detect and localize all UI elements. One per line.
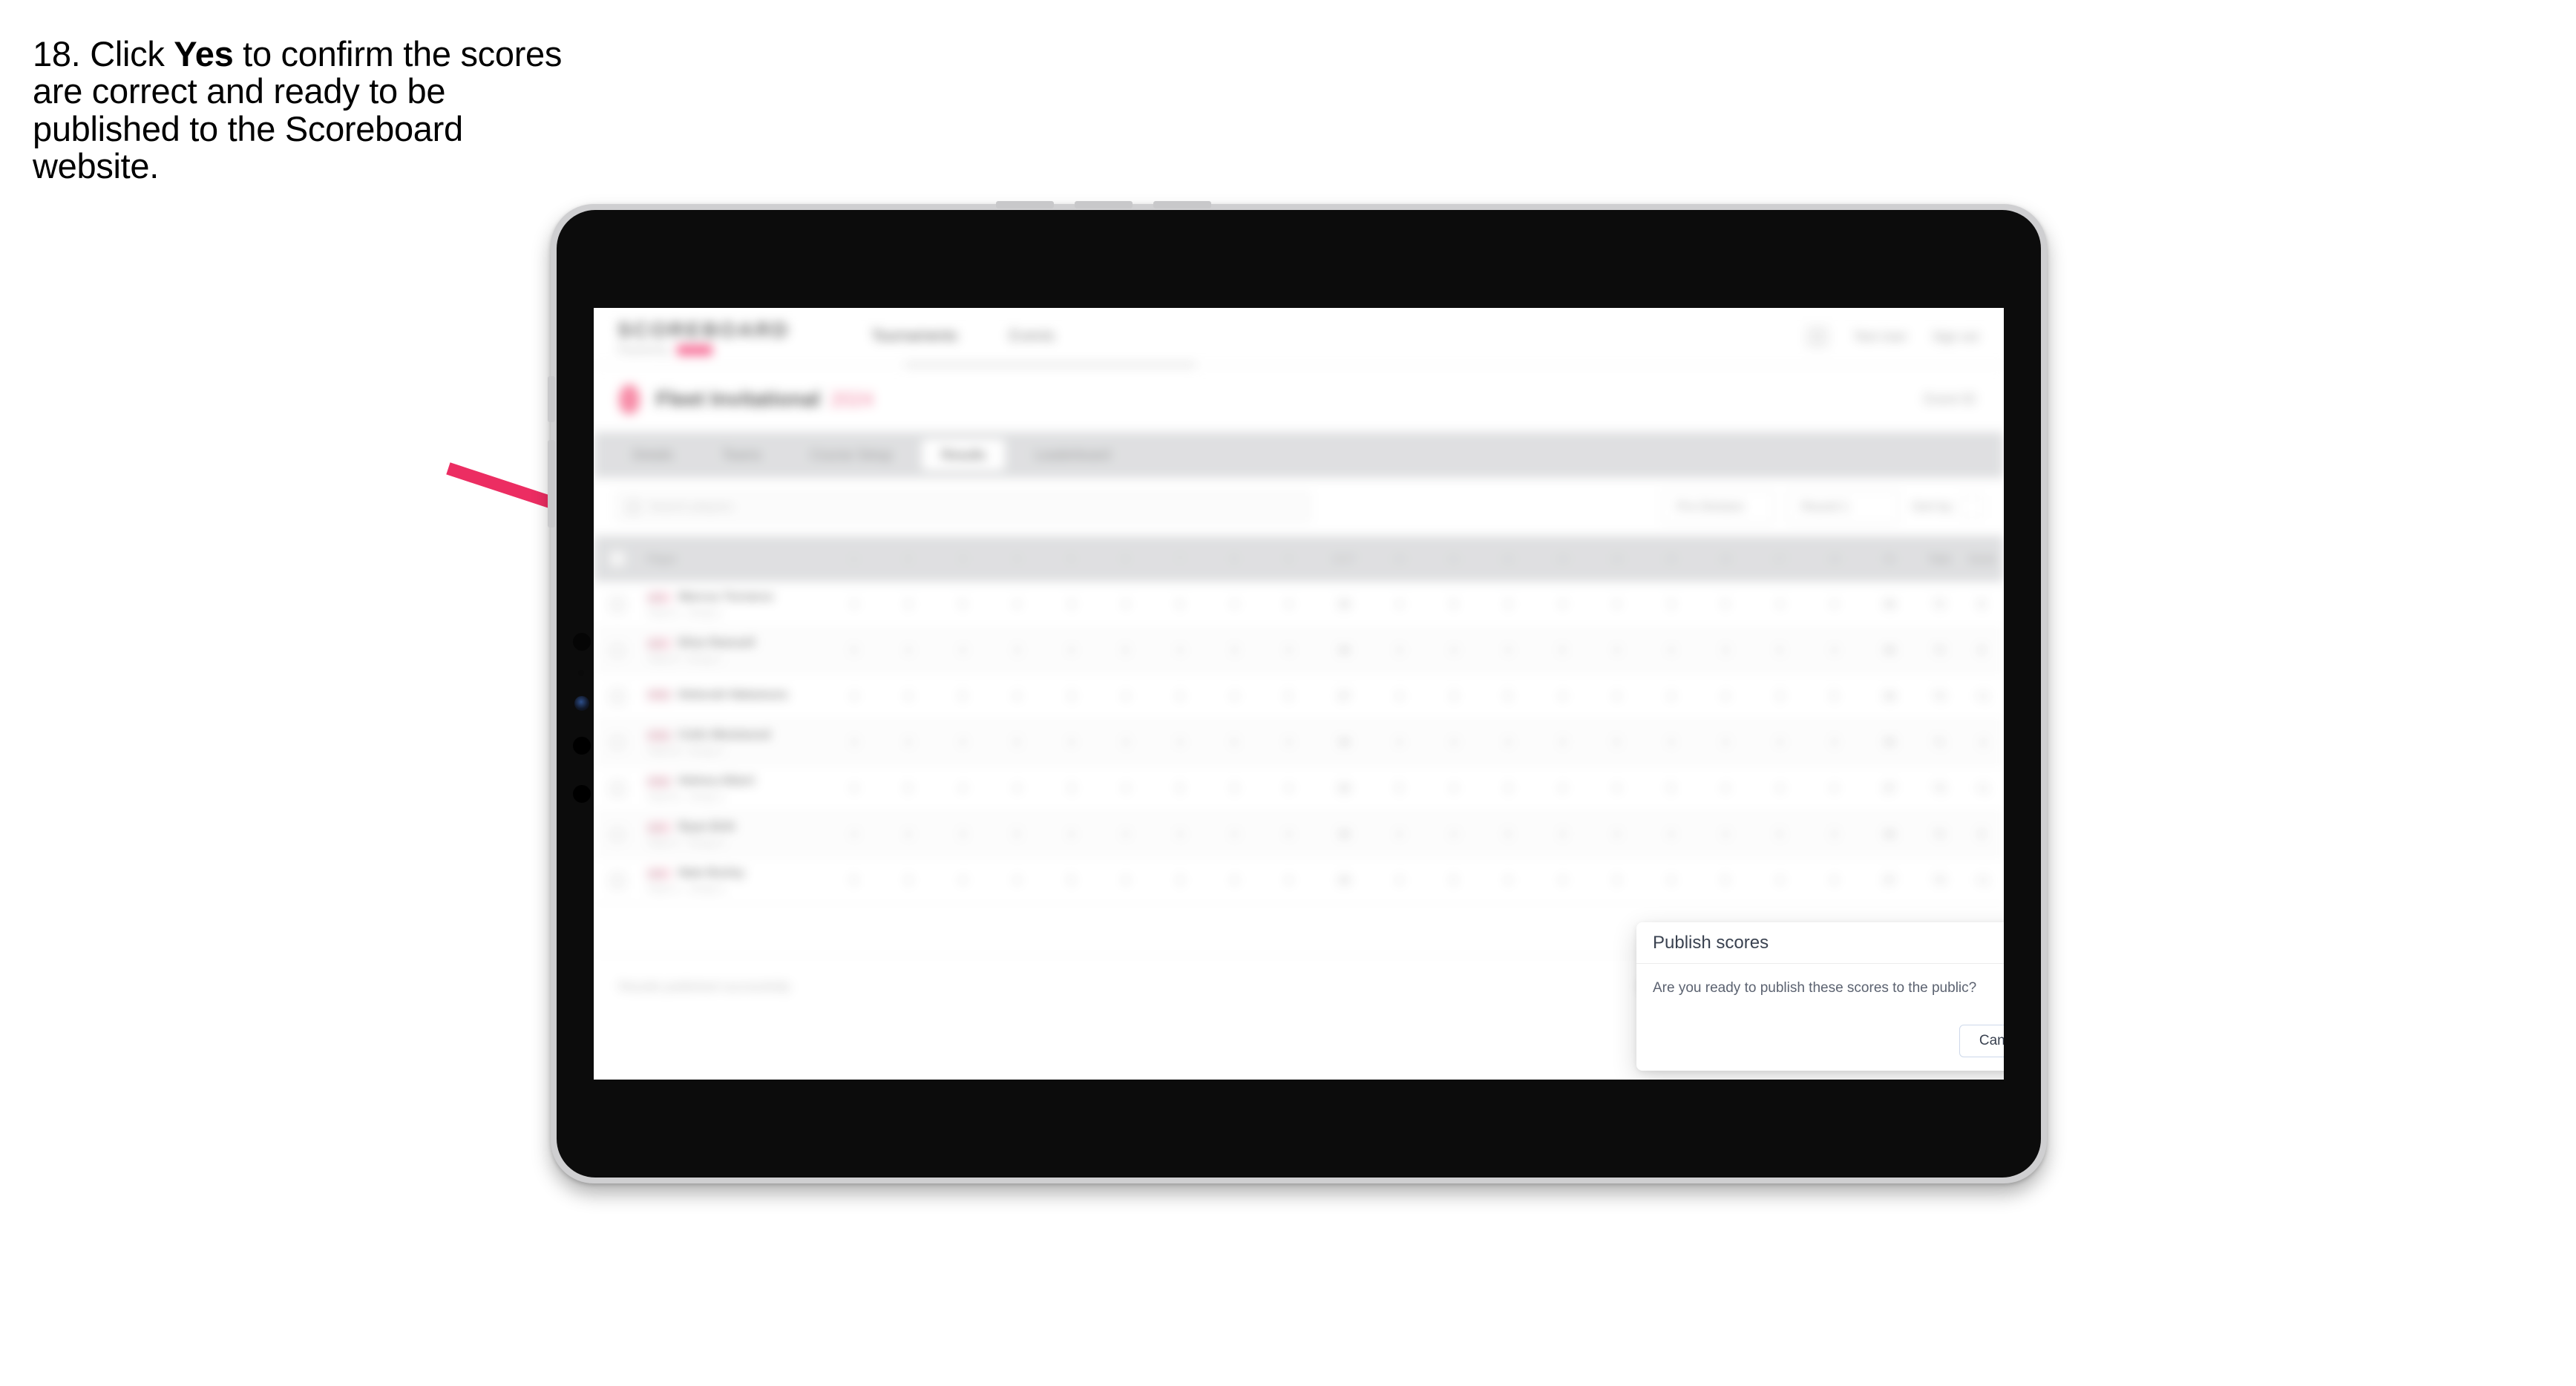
instruction-prefix: 18. Click: [33, 34, 174, 73]
speaker-dot-icon: [573, 737, 591, 755]
sensor-dot-icon: [578, 670, 584, 676]
tablet-button-top-2: [1075, 201, 1133, 208]
speaker-dot2-icon: [573, 785, 591, 803]
cancel-button[interactable]: Cancel: [1959, 1025, 2004, 1057]
dialog-message: Are you ready to publish these scores to…: [1653, 980, 1977, 996]
instruction-bold-word: Yes: [174, 34, 234, 73]
camera-lens-icon: [573, 633, 591, 651]
tablet-button-left-2: [548, 440, 555, 528]
tablet-button-top-3: [1153, 201, 1211, 208]
dialog-body: Are you ready to publish these scores to…: [1636, 964, 2004, 996]
tablet-screen: SCOREBOARD Powered by IPC Tournaments Ev…: [594, 308, 2004, 1080]
page-root: 18. Click Yes to confirm the scores are …: [0, 0, 2576, 1386]
instruction-text: 18. Click Yes to confirm the scores are …: [33, 34, 574, 185]
tablet-button-top-1: [996, 201, 1054, 208]
dialog-title: Publish scores: [1653, 932, 1769, 953]
tablet-button-left-1: [548, 376, 555, 422]
dialog-header: Publish scores ✕: [1636, 922, 2004, 964]
publish-scores-dialog: Publish scores ✕ Are you ready to publis…: [1636, 922, 2004, 1071]
dialog-actions: Cancel Yes: [1959, 1025, 2004, 1057]
camera-blue-lens-icon: [574, 696, 589, 711]
